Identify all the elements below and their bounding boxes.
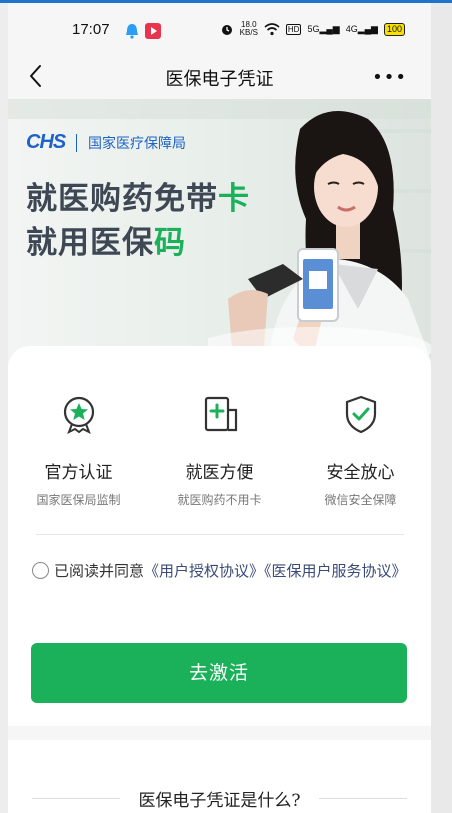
status-time: 17:07 [72,21,110,38]
section-divider [36,534,404,535]
logo-divider [76,134,77,152]
activate-button[interactable]: 去激活 [31,643,407,703]
app-notification-icon [145,23,161,39]
feature-secure: 安全放心 微信安全保障 [290,394,431,508]
signal-4g-label: 4G [345,23,358,34]
more-menu-button[interactable]: ••• [372,67,407,88]
info-card: 官方认证 国家医保局监制 就医方便 就医购药不用卡 安全放心 微信安全保障 已阅… [8,346,431,726]
feature-convenient: 就医方便 就医购药不用卡 [149,394,290,508]
feature-list: 官方认证 国家医保局监制 就医方便 就医购药不用卡 安全放心 微信安全保障 [8,394,431,508]
network-speed-unit: KB/S [239,28,258,37]
alarm-clock-icon [221,25,232,35]
signal-5g-label: 5G [307,23,320,34]
org-name: 国家医疗保障局 [88,136,186,152]
feature-convenient-title: 就医方便 [185,463,254,483]
wifi-icon [264,22,280,35]
window-gutter [431,3,452,813]
feature-official: 官方认证 国家医保局监制 [8,394,149,508]
agreement-prefix: 已阅读并同意 [54,562,145,580]
feature-secure-title: 安全放心 [326,463,395,483]
slogan-line-2: 就用医保码 [26,217,186,262]
user-authorization-link[interactable]: 《用户授权协议》 [144,562,264,580]
phone-screen: 17:07 18.0 KB/S HD 5G▂▄▆ 4G▂▄▆ 100 医保电子凭… [8,3,431,813]
section-title-line-right [319,798,407,799]
status-right-group: 18.0 KB/S HD 5G▂▄▆ 4G▂▄▆ 100 [220,21,405,37]
agreement-radio[interactable] [32,562,49,579]
notification-bell-icon [126,24,138,39]
feature-convenient-subtitle: 就医购药不用卡 [177,493,262,507]
medical-card-icon [204,396,237,432]
pharmacist-illustration [208,111,431,361]
feature-secure-subtitle: 微信安全保障 [324,493,397,507]
agreement-row: 已阅读并同意《用户授权协议》《医保用户服务协议》 [32,558,412,585]
navigation-bar: 医保电子凭证 ••• [8,55,431,99]
slogan-line-2-highlight: 码 [154,225,186,261]
chs-logo: CHS [26,131,66,153]
signal-4g: 4G▂▄▆ [345,23,378,34]
official-badge-icon [63,396,94,435]
slogan-line-1-text: 就医购药免带 [26,181,218,217]
faq-section: 医保电子凭证是什么? [8,740,431,813]
slogan-line-2-text: 就用医保 [26,225,154,261]
feature-official-subtitle: 国家医保局监制 [36,493,121,507]
signal-5g: 5G▂▄▆ [307,23,340,34]
feature-official-title: 官方认证 [44,463,113,483]
page-title: 医保电子凭证 [165,69,274,90]
service-agreement-link[interactable]: 《医保用户服务协议》 [264,562,407,580]
promo-banner: CHS 国家医疗保障局 就医购药免带卡 就用医保码 [8,99,431,361]
status-bar: 17:07 18.0 KB/S HD 5G▂▄▆ 4G▂▄▆ 100 [8,3,431,55]
hd-badge: HD [285,23,302,35]
battery-indicator: 100 [383,22,405,36]
shield-check-icon [345,395,376,434]
network-speed: 18.0 KB/S [240,21,258,37]
